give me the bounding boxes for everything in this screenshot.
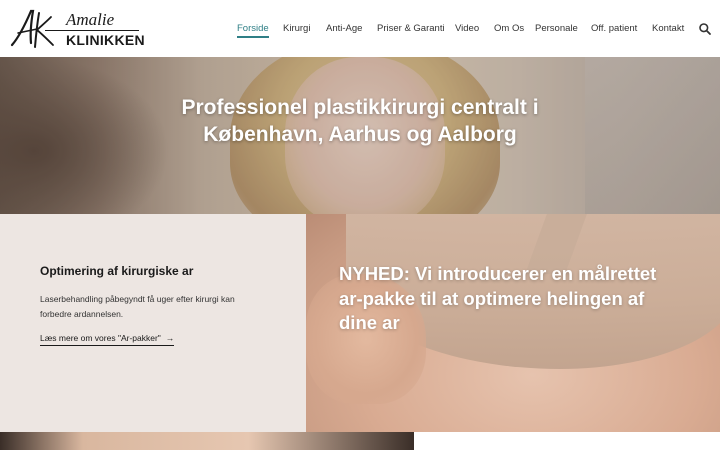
nav-item-forside[interactable]: Forside [237,22,269,38]
nav-item-label: Personale [535,23,578,34]
read-more-label: Læs mere om vores "Ar-pakker" [40,333,161,343]
next-section-panel [414,432,720,450]
logo-script-text: Amalie [66,10,115,29]
read-more-link[interactable]: Læs mere om vores "Ar-pakker" → [40,333,175,346]
nav-item-label: Priser & Garanti [377,23,445,34]
nav-item-video[interactable]: Video [455,22,479,35]
nav-item-label: Kirurgi [283,23,311,34]
nav-item-anti-age[interactable]: Anti-Age [326,22,362,35]
logo[interactable]: Amalie KLINIKKEN [9,7,145,51]
nav-item-kirurgi[interactable]: Kirurgi [283,22,310,35]
hero-banner: Professionel plastikkirurgi centralt i K… [0,57,720,214]
nav-item-label: Forside [237,23,269,34]
promo-heading: Optimering af kirurgiske ar [40,264,194,278]
nav-active-indicator [237,36,269,38]
logo-divider [45,30,139,31]
nav-item-personale[interactable]: Personale [535,22,578,35]
nav-item-label: Kontakt [652,23,685,34]
news-headline: NYHED: Vi introducerer en målrettet ar-p… [339,263,657,333]
promo-section: Optimering af kirurgiske ar Laserbehandl… [0,214,720,432]
search-icon[interactable] [698,22,712,36]
nav-item-om-os[interactable]: Om Os [494,22,524,35]
nav-item-label: Off. patient [591,23,638,34]
hero-title: Professionel plastikkirurgi centralt i K… [181,96,539,146]
next-section-image [0,432,414,450]
nav-item-label: Om Os [494,23,525,34]
nav-item-kontakt[interactable]: Kontakt [652,22,684,35]
nav-item-label: Video [455,23,480,34]
nav-item-off-patient[interactable]: Off. patient [591,22,637,35]
logo-monogram-icon [10,9,54,48]
arrow-right-icon: → [165,333,175,343]
nav-item-priser-garanti[interactable]: Priser & Garanti [377,22,445,35]
logo-wordmark: KLINIKKEN [66,32,145,48]
promo-body-text: Laserbehandling påbegyndt få uger efter … [40,294,235,319]
site-header: Amalie KLINIKKEN Forside Kirurgi Anti-Ag… [0,0,720,57]
nav-item-label: Anti-Age [326,23,363,34]
